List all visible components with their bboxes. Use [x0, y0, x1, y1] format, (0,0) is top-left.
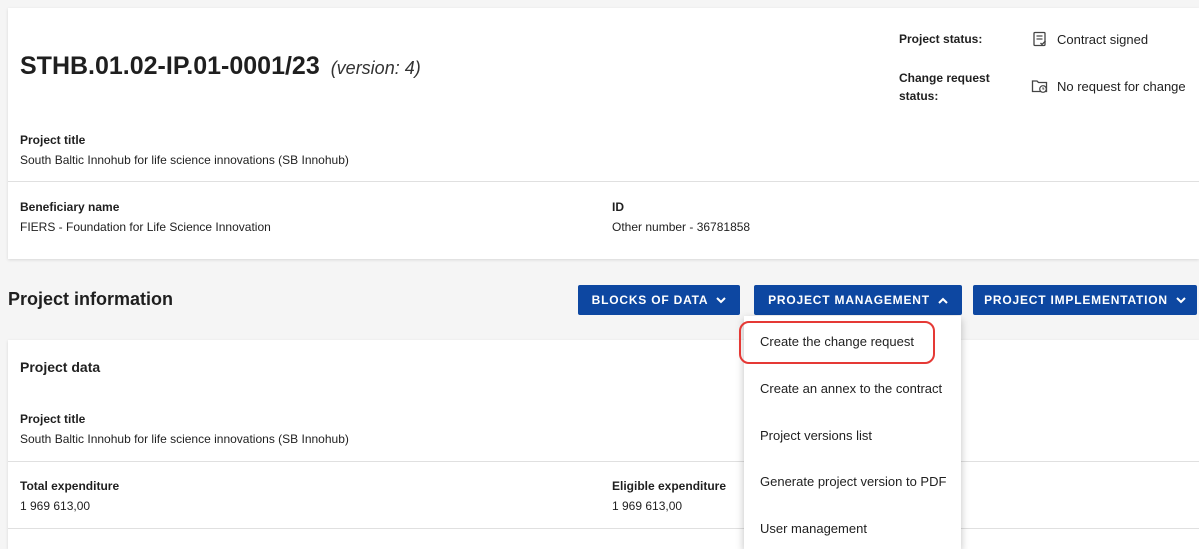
project-id-heading: STHB.01.02-IP.01-0001/23 (version: 4) — [20, 52, 421, 81]
id-value: Other number - 36781858 — [612, 220, 751, 234]
blocks-of-data-button[interactable]: BLOCKS OF DATA — [578, 285, 740, 315]
menu-item-generate-pdf[interactable]: Generate project version to PDF — [744, 458, 961, 504]
divider — [8, 181, 1199, 182]
change-request-label-line2: status: — [899, 89, 939, 103]
total-expenditure-value: 1 969 613,00 — [20, 499, 91, 513]
menu-item-create-annex[interactable]: Create an annex to the contract — [744, 365, 961, 411]
project-data-heading: Project data — [20, 359, 101, 375]
menu-item-user-management[interactable]: User management — [744, 505, 961, 549]
chevron-down-icon — [1176, 296, 1186, 304]
total-expenditure-label: Total expenditure — [20, 479, 120, 493]
project-status: Contract signed — [1031, 30, 1148, 48]
eligible-expenditure-label: Eligible expenditure — [612, 479, 727, 493]
section-title: Project information — [8, 289, 174, 309]
divider — [8, 461, 1199, 462]
chevron-down-icon — [716, 296, 727, 304]
project-implementation-label: PROJECT IMPLEMENTATION — [984, 293, 1168, 307]
change-request-status-label: Change request status: — [899, 69, 990, 105]
divider — [8, 528, 1199, 529]
project-title-label: Project title — [20, 412, 86, 426]
highlight-annotation — [739, 321, 935, 364]
project-management-button[interactable]: PROJECT MANAGEMENT — [754, 285, 962, 315]
project-status-value: Contract signed — [1057, 31, 1149, 47]
project-version: (version: 4) — [330, 58, 421, 78]
project-data-card: Project data Project title South Baltic … — [8, 340, 1199, 549]
change-request-status-value: No request for change — [1057, 78, 1186, 94]
project-status-label: Project status: — [899, 32, 983, 46]
chevron-up-icon — [938, 297, 948, 304]
beneficiary-name-value: FIERS - Foundation for Life Science Inno… — [20, 220, 271, 234]
menu-item-project-versions-list[interactable]: Project versions list — [744, 412, 961, 458]
document-check-icon — [1031, 30, 1049, 48]
project-header-card: STHB.01.02-IP.01-0001/23 (version: 4) Pr… — [8, 8, 1199, 259]
beneficiary-name-label: Beneficiary name — [20, 200, 120, 214]
project-id: STHB.01.02-IP.01-0001/23 — [20, 52, 320, 80]
project-title-label: Project title — [20, 133, 86, 147]
change-request-label-line1: Change request — [899, 71, 990, 85]
project-implementation-button[interactable]: PROJECT IMPLEMENTATION — [973, 285, 1197, 315]
project-title-value: South Baltic Innohub for life science in… — [20, 432, 349, 446]
project-title-value: South Baltic Innohub for life science in… — [20, 153, 349, 167]
blocks-of-data-label: BLOCKS OF DATA — [591, 293, 709, 307]
project-management-label: PROJECT MANAGEMENT — [768, 293, 930, 307]
id-label: ID — [612, 200, 624, 214]
change-request-status: No request for change — [1031, 77, 1186, 95]
folder-clock-icon — [1031, 77, 1049, 95]
eligible-expenditure-value: 1 969 613,00 — [612, 499, 683, 513]
